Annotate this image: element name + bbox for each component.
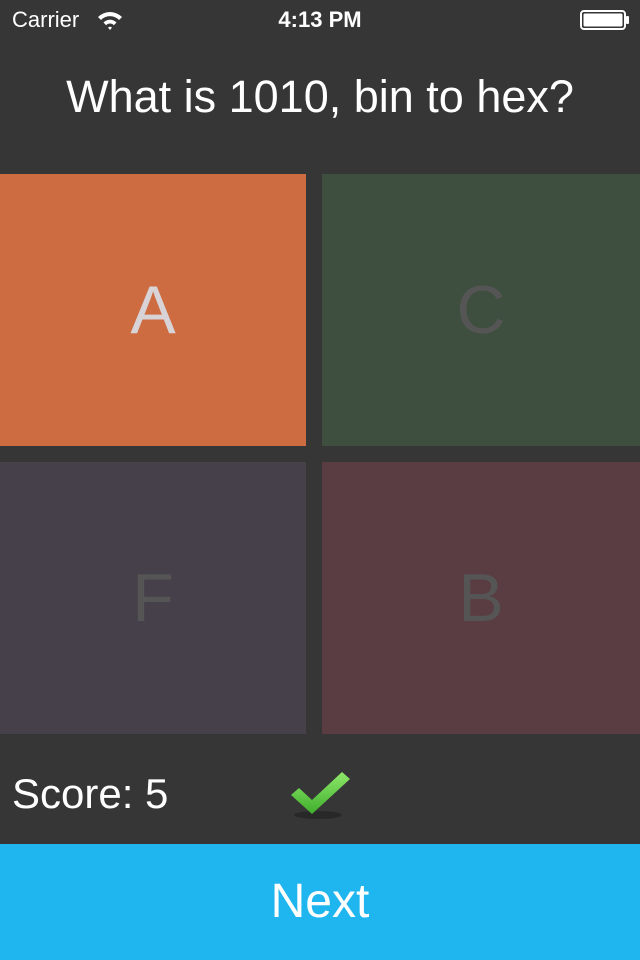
clock: 4:13 PM bbox=[278, 7, 362, 32]
answer-option-label: B bbox=[458, 560, 504, 636]
question-text: What is 1010, bin to hex? bbox=[66, 71, 574, 122]
answer-option-a[interactable]: A bbox=[0, 174, 306, 446]
quiz-screen: Carrier 4:13 PM What is 1010, bin to hex… bbox=[0, 0, 640, 960]
answer-option-label: F bbox=[132, 560, 174, 636]
answer-option-c[interactable]: C bbox=[322, 174, 640, 446]
battery-icon bbox=[580, 10, 629, 30]
score-label: Score: 5 bbox=[12, 770, 169, 817]
check-icon bbox=[291, 772, 350, 819]
answer-option-label: A bbox=[130, 272, 176, 348]
answer-option-f[interactable]: F bbox=[0, 462, 306, 734]
next-button[interactable]: Next bbox=[0, 844, 640, 960]
answer-option-b[interactable]: B bbox=[322, 462, 640, 734]
status-bar: Carrier 4:13 PM bbox=[0, 0, 640, 40]
answer-option-label: C bbox=[456, 272, 506, 348]
